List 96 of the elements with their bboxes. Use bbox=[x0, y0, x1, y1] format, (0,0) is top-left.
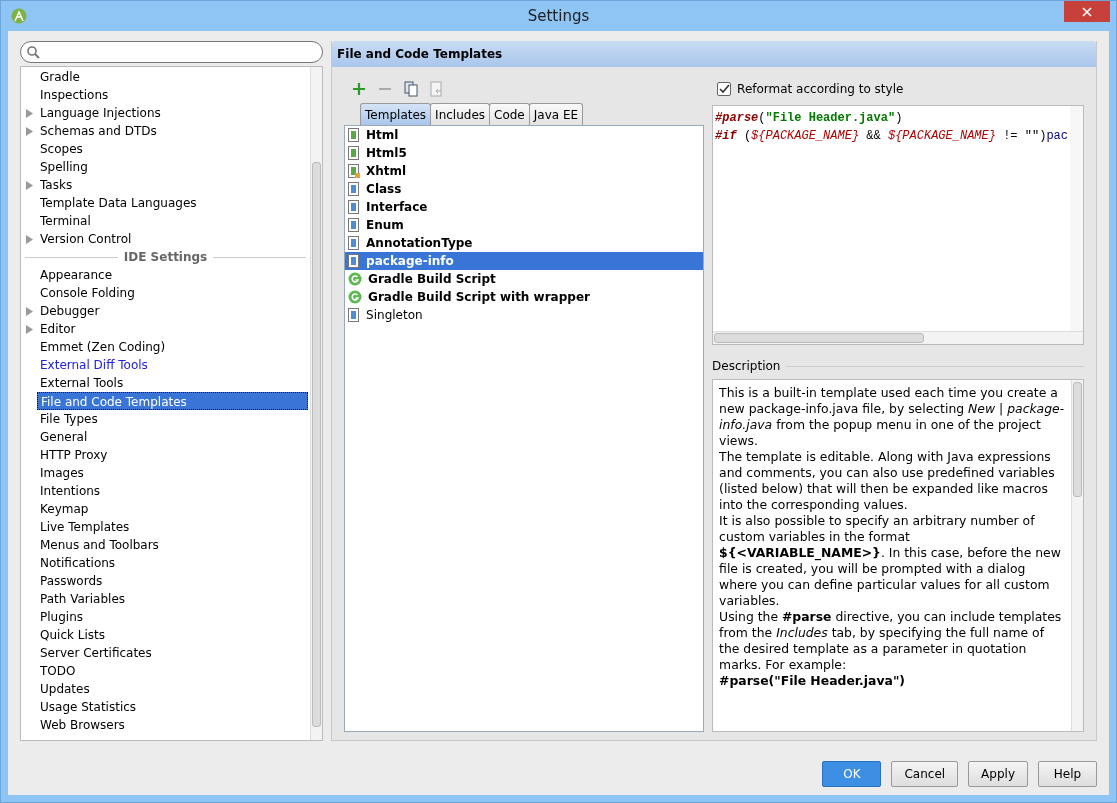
sidebar-item[interactable]: Intentions bbox=[37, 482, 309, 500]
sidebar-item[interactable]: Keymap bbox=[37, 500, 309, 518]
description-text: #parse("File Header.java") bbox=[719, 673, 906, 689]
template-item[interactable]: Html5 bbox=[345, 144, 704, 162]
java-file-icon bbox=[348, 236, 361, 250]
search-icon bbox=[27, 45, 40, 59]
java-file-icon bbox=[348, 308, 361, 322]
gradle-icon bbox=[348, 272, 363, 286]
xhtml-file-icon bbox=[348, 164, 361, 178]
template-item[interactable]: package-info bbox=[345, 252, 704, 270]
sidebar-item[interactable]: HTTP Proxy bbox=[37, 446, 309, 464]
template-item[interactable]: Singleton bbox=[345, 306, 704, 324]
checkbox[interactable] bbox=[717, 82, 732, 96]
sidebar-item[interactable]: TODO bbox=[37, 662, 309, 680]
sidebar-item[interactable]: Usage Statistics bbox=[37, 698, 309, 716]
template-item[interactable]: Xhtml bbox=[345, 162, 704, 180]
description-text: This is a built-in template used each time you create a new package-info.java file, by selecting New | package-info.java from the popup menu in one of the project views. bbox=[719, 385, 1066, 449]
template-item[interactable]: Interface bbox=[345, 198, 704, 216]
description-text: Using the #parse directive, you can include templates from the Includes tab, by specifying the full name of the desired template as a parameter in quotation marks. For example: bbox=[719, 609, 1063, 673]
sidebar-item[interactable]: Appearance bbox=[37, 266, 309, 284]
sidebar-item[interactable]: Server Certificates bbox=[37, 644, 309, 662]
code-editor[interactable]: #parse("File Header.java") #if (${PACKAGE_NAME} && ${PACKAGE_NAME} != "")pac bbox=[712, 105, 1084, 345]
template-item[interactable]: Enum bbox=[345, 216, 704, 234]
sidebar-item[interactable]: Path Variables bbox=[37, 590, 309, 608]
copy-icon bbox=[404, 81, 419, 97]
reset-icon bbox=[430, 81, 445, 97]
sidebar-item[interactable]: Spelling bbox=[37, 158, 309, 176]
java-file-icon bbox=[348, 254, 361, 268]
sidebar-item[interactable]: Terminal bbox=[37, 212, 309, 230]
template-item[interactable]: AnnotationType bbox=[345, 234, 704, 252]
sidebar-item[interactable]: File Types bbox=[37, 410, 309, 428]
java-file-icon bbox=[348, 200, 361, 214]
panel-title: File and Code Templates bbox=[337, 47, 503, 61]
template-item[interactable]: Gradle Build Script with wrapper bbox=[345, 288, 704, 306]
copy-button[interactable] bbox=[402, 80, 421, 98]
sidebar-item[interactable]: External Diff Tools bbox=[37, 356, 309, 374]
gradle-icon bbox=[348, 290, 363, 304]
sidebar-item[interactable]: File and Code Templates bbox=[37, 392, 309, 410]
scrollbar[interactable] bbox=[310, 67, 323, 740]
sidebar-item[interactable]: Editor bbox=[37, 320, 309, 338]
java-file-icon bbox=[348, 182, 361, 196]
sidebar-item[interactable]: Live Templates bbox=[37, 518, 309, 536]
expand-arrow-icon[interactable] bbox=[25, 324, 34, 334]
tab[interactable]: Java EE bbox=[528, 103, 584, 125]
sidebar-item[interactable]: Emmet (Zen Coding) bbox=[37, 338, 309, 356]
close-button[interactable] bbox=[1064, 1, 1110, 22]
template-item[interactable]: Html bbox=[345, 126, 704, 144]
sidebar-item[interactable]: Inspections bbox=[37, 86, 309, 104]
dialog-button[interactable]: Help bbox=[1038, 761, 1097, 787]
code-line: #parse("File Header.java") bbox=[715, 110, 904, 127]
scrollbar[interactable] bbox=[1071, 380, 1083, 731]
expand-arrow-icon[interactable] bbox=[25, 306, 34, 316]
sidebar-item[interactable]: Gradle bbox=[37, 68, 309, 86]
sidebar-item[interactable]: Tasks bbox=[37, 176, 309, 194]
expand-arrow-icon[interactable] bbox=[25, 180, 34, 190]
expand-arrow-icon[interactable] bbox=[25, 234, 34, 244]
sidebar-item[interactable]: External Tools bbox=[37, 374, 309, 392]
description-text: It is also possible to specify an arbitrary number of custom variables in the format ${<VARIABLE_NAME>}. In this case, before the new file is created, you will be prompted with a dialog where you can define particular values for all custom variables. bbox=[719, 513, 1062, 609]
section-label: Description bbox=[712, 359, 781, 373]
sidebar-item[interactable]: Plugins bbox=[37, 608, 309, 626]
html-file-icon bbox=[348, 146, 361, 160]
html-file-icon bbox=[348, 128, 361, 142]
expand-arrow-icon[interactable] bbox=[25, 126, 34, 136]
java-file-icon bbox=[348, 218, 361, 232]
template-item[interactable]: Class bbox=[345, 180, 704, 198]
sidebar-item[interactable]: Images bbox=[37, 464, 309, 482]
tab[interactable]: Templates bbox=[360, 103, 432, 125]
template-item[interactable]: Gradle Build Script bbox=[345, 270, 704, 288]
scrollbar[interactable] bbox=[713, 331, 1083, 344]
sidebar-item[interactable]: Updates bbox=[37, 680, 309, 698]
sidebar-item[interactable]: Scopes bbox=[37, 140, 309, 158]
sidebar-item[interactable]: General bbox=[37, 428, 309, 446]
window-title: Settings bbox=[527, 7, 590, 25]
sidebar-item[interactable]: Language Injections bbox=[37, 104, 309, 122]
sidebar-item[interactable]: Console Folding bbox=[37, 284, 309, 302]
sidebar-item[interactable]: Quick Lists bbox=[37, 626, 309, 644]
sidebar-item[interactable]: Template Data Languages bbox=[37, 194, 309, 212]
sidebar-item[interactable]: Debugger bbox=[37, 302, 309, 320]
description-text: The template is editable. Along with Java expressions and comments, you can also use predefined variables (listed below) that will then be expanded like macros into the corresponding values. bbox=[719, 449, 1056, 513]
sidebar-item[interactable]: Passwords bbox=[37, 572, 309, 590]
checkbox-label: Reformat according to style bbox=[737, 82, 904, 96]
search-field[interactable] bbox=[20, 41, 324, 63]
code-line: #if (${PACKAGE_NAME} && ${PACKAGE_NAME} != "")pac bbox=[715, 128, 1068, 145]
check-icon bbox=[718, 84, 730, 94]
dialog-button[interactable]: Apply bbox=[968, 761, 1028, 787]
sidebar-item[interactable]: Schemas and DTDs bbox=[37, 122, 309, 140]
add-icon bbox=[352, 82, 367, 96]
app-logo-icon bbox=[11, 8, 27, 24]
expand-arrow-icon[interactable] bbox=[25, 108, 34, 118]
group-header: IDE Settings bbox=[123, 250, 208, 264]
sidebar-item[interactable]: Version Control bbox=[37, 230, 309, 248]
close-icon bbox=[1082, 6, 1092, 17]
sidebar-item[interactable]: Notifications bbox=[37, 554, 309, 572]
sidebar-item[interactable]: Menus and Toolbars bbox=[37, 536, 309, 554]
sidebar-item[interactable]: Web Browsers bbox=[37, 716, 309, 734]
dialog-button[interactable]: Cancel bbox=[891, 761, 959, 787]
